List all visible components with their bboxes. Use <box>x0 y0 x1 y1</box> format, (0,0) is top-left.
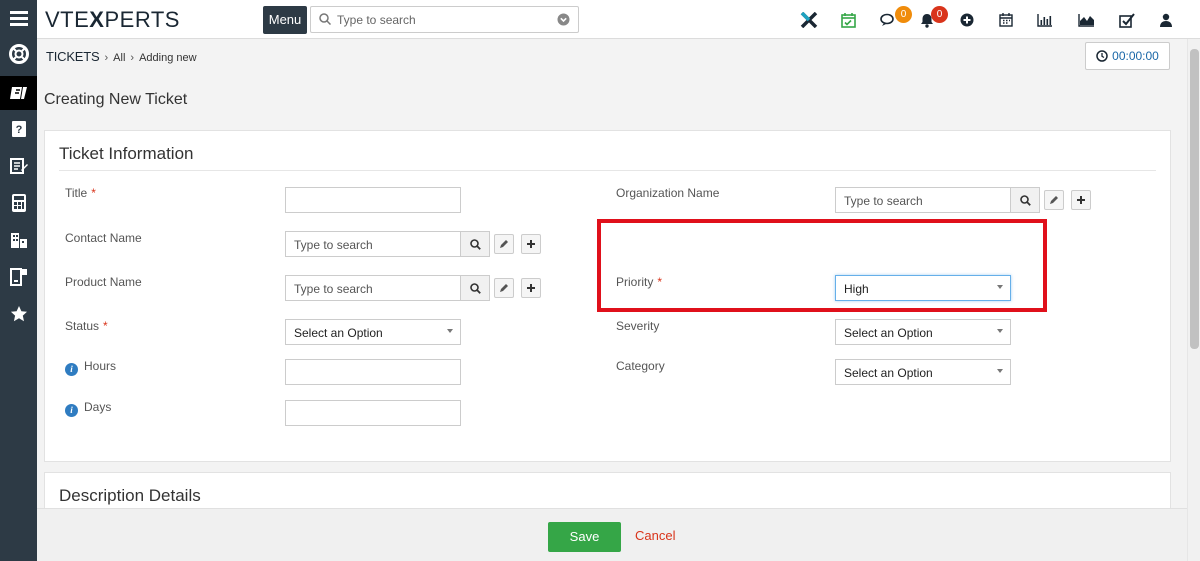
calculator-icon[interactable] <box>0 186 37 220</box>
vtexperts-logo[interactable]: VTEXPERTS <box>45 7 180 33</box>
chevron-right-icon: › <box>130 52 135 64</box>
breadcrumb-current: Adding new <box>139 52 197 64</box>
organization-name-input[interactable]: Type to search <box>835 187 1040 213</box>
product-search-button[interactable] <box>460 275 490 301</box>
days-label: i Days <box>65 400 111 417</box>
plus-icon <box>527 284 535 292</box>
contact-edit-button[interactable] <box>494 234 514 254</box>
severity-select[interactable]: Select an Option <box>835 319 1011 345</box>
product-name-input[interactable]: Type to search <box>285 275 490 301</box>
menu-button[interactable]: Menu <box>263 6 307 34</box>
notes-icon[interactable] <box>0 149 37 183</box>
scrollbar-thumb[interactable] <box>1190 49 1199 349</box>
caret-down-icon <box>997 369 1003 373</box>
info-icon[interactable]: i <box>65 363 78 376</box>
search-icon <box>319 13 332 28</box>
organization-add-button[interactable] <box>1071 190 1091 210</box>
calendar-icon[interactable] <box>997 11 1015 29</box>
section-divider <box>59 170 1156 171</box>
contact-search-button[interactable] <box>460 231 490 257</box>
notification-count-badge: 0 <box>931 6 948 23</box>
breadcrumb: TICKETS › All › Adding new <box>46 49 197 64</box>
days-input[interactable] <box>285 400 461 426</box>
search-icon <box>1019 194 1031 206</box>
search-icon <box>469 282 481 294</box>
product-name-label: Product Name <box>65 275 142 289</box>
tickets-icon[interactable] <box>0 76 37 110</box>
title-input[interactable] <box>285 187 461 213</box>
form-footer: Save Cancel <box>37 508 1187 561</box>
section-title: Description Details <box>59 486 201 505</box>
vtexperts-x-icon[interactable] <box>800 11 818 29</box>
reports-bar-chart-icon[interactable] <box>1036 11 1054 29</box>
contact-name-label: Contact Name <box>65 231 142 245</box>
chevron-down-circle-icon[interactable] <box>557 13 570 29</box>
caret-down-icon <box>997 329 1003 333</box>
page-title: Creating New Ticket <box>44 91 188 108</box>
category-label: Category <box>616 359 665 373</box>
chat-icon[interactable] <box>878 11 896 29</box>
faq-icon[interactable]: ? <box>0 112 37 146</box>
plus-icon <box>527 240 535 248</box>
title-label: Title * <box>65 186 96 200</box>
description-details-section: Description Details <box>44 472 1171 512</box>
search-icon <box>469 238 481 250</box>
hours-label: i Hours <box>65 359 116 376</box>
tasks-checkbox-icon[interactable] <box>1118 11 1136 29</box>
timer-button[interactable]: 00:00:00 <box>1085 42 1170 70</box>
info-icon[interactable]: i <box>65 404 78 417</box>
timer-value: 00:00:00 <box>1112 49 1159 63</box>
severity-label: Severity <box>616 319 660 333</box>
caret-down-icon <box>447 329 453 333</box>
organization-name-label: Organization Name <box>616 186 720 200</box>
status-select[interactable]: Select an Option <box>285 319 461 345</box>
cancel-link[interactable]: Cancel <box>635 528 675 543</box>
calendar-check-icon[interactable] <box>839 11 857 29</box>
hours-input[interactable] <box>285 359 461 385</box>
chat-count-badge: 0 <box>895 6 912 23</box>
user-profile-icon[interactable] <box>1157 11 1175 29</box>
favorites-star-icon[interactable] <box>0 297 37 331</box>
hamburger-menu-icon[interactable] <box>0 1 37 35</box>
organization-edit-button[interactable] <box>1044 190 1064 210</box>
save-button[interactable]: Save <box>548 522 621 552</box>
breadcrumb-bar: TICKETS › All › Adding new 00:00:00 <box>37 39 1187 75</box>
organization-search-button[interactable] <box>1010 187 1040 213</box>
global-search-input[interactable]: Type to search <box>310 6 579 33</box>
product-add-button[interactable] <box>521 278 541 298</box>
search-placeholder: Type to search <box>337 13 416 27</box>
support-lifebuoy-icon[interactable] <box>0 37 37 71</box>
add-circle-icon[interactable] <box>958 11 976 29</box>
product-edit-button[interactable] <box>494 278 514 298</box>
assets-icon[interactable] <box>0 260 37 294</box>
pencil-icon <box>500 284 508 292</box>
contact-add-button[interactable] <box>521 234 541 254</box>
breadcrumb-module[interactable]: TICKETS <box>46 49 100 64</box>
clock-icon <box>1096 50 1108 62</box>
area-chart-icon[interactable] <box>1077 11 1095 29</box>
app-sidebar: ? <box>0 0 37 561</box>
svg-text:?: ? <box>15 124 22 136</box>
status-label: Status * <box>65 319 108 333</box>
chevron-right-icon: › <box>104 52 109 64</box>
top-header: VTEXPERTS Menu Type to search 0 0 <box>37 0 1200 39</box>
page-scrollbar[interactable] <box>1187 39 1200 561</box>
organizations-icon[interactable] <box>0 223 37 257</box>
pencil-icon <box>500 240 508 248</box>
pencil-icon <box>1050 196 1058 204</box>
priority-highlight-box <box>597 219 1047 312</box>
plus-icon <box>1077 196 1085 204</box>
contact-name-input[interactable]: Type to search <box>285 231 490 257</box>
section-title: Ticket Information <box>59 144 194 163</box>
breadcrumb-filter[interactable]: All <box>113 52 125 64</box>
category-select[interactable]: Select an Option <box>835 359 1011 385</box>
